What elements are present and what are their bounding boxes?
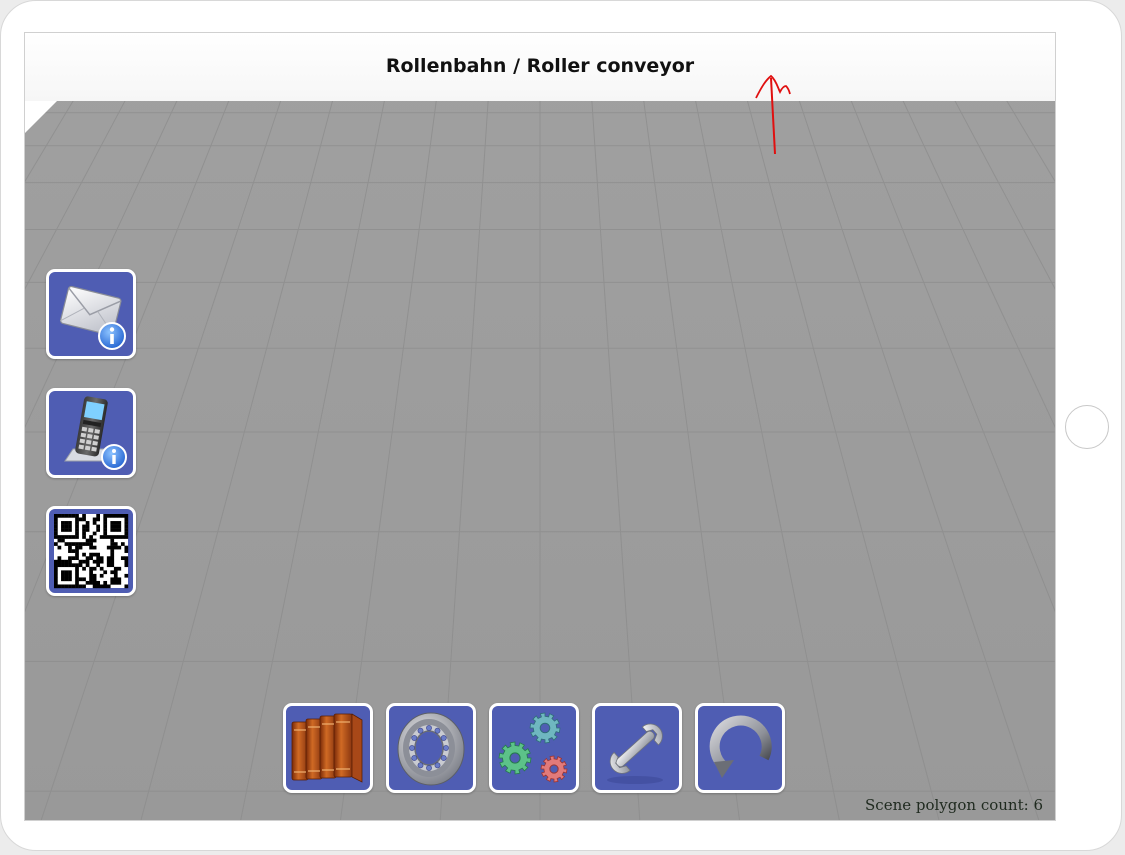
documentation-button[interactable] (283, 703, 373, 793)
corner-fold (25, 101, 57, 133)
ball-bearing-icon (397, 712, 465, 786)
wrench-icon (607, 723, 663, 784)
rotate-arrow-icon (709, 715, 772, 778)
3d-viewport[interactable] (25, 33, 1055, 820)
envelope-info-icon (59, 285, 126, 350)
phone-info-icon (64, 396, 127, 470)
home-button[interactable] (1065, 405, 1109, 449)
qr-code-button[interactable] (46, 506, 136, 596)
books-icon (291, 713, 363, 783)
tools-button[interactable] (592, 703, 682, 793)
gears-icon (498, 712, 568, 783)
qr-code-icon (54, 514, 129, 589)
phone-info-button[interactable] (46, 388, 136, 478)
reset-view-button[interactable] (695, 703, 785, 793)
page-title: Rollenbahn / Roller conveyor (385, 55, 695, 77)
tablet-frame: Rollenbahn / Roller conveyor Scene polyg… (0, 0, 1122, 851)
annotation-arrow (755, 74, 791, 155)
polygon-count: Scene polygon count: 6 (865, 796, 1043, 814)
gears-button[interactable] (489, 703, 579, 793)
bearing-button[interactable] (386, 703, 476, 793)
title-bar: Rollenbahn / Roller conveyor (25, 33, 1055, 101)
mail-info-button[interactable] (46, 269, 136, 359)
app-screen: Rollenbahn / Roller conveyor Scene polyg… (24, 32, 1056, 821)
